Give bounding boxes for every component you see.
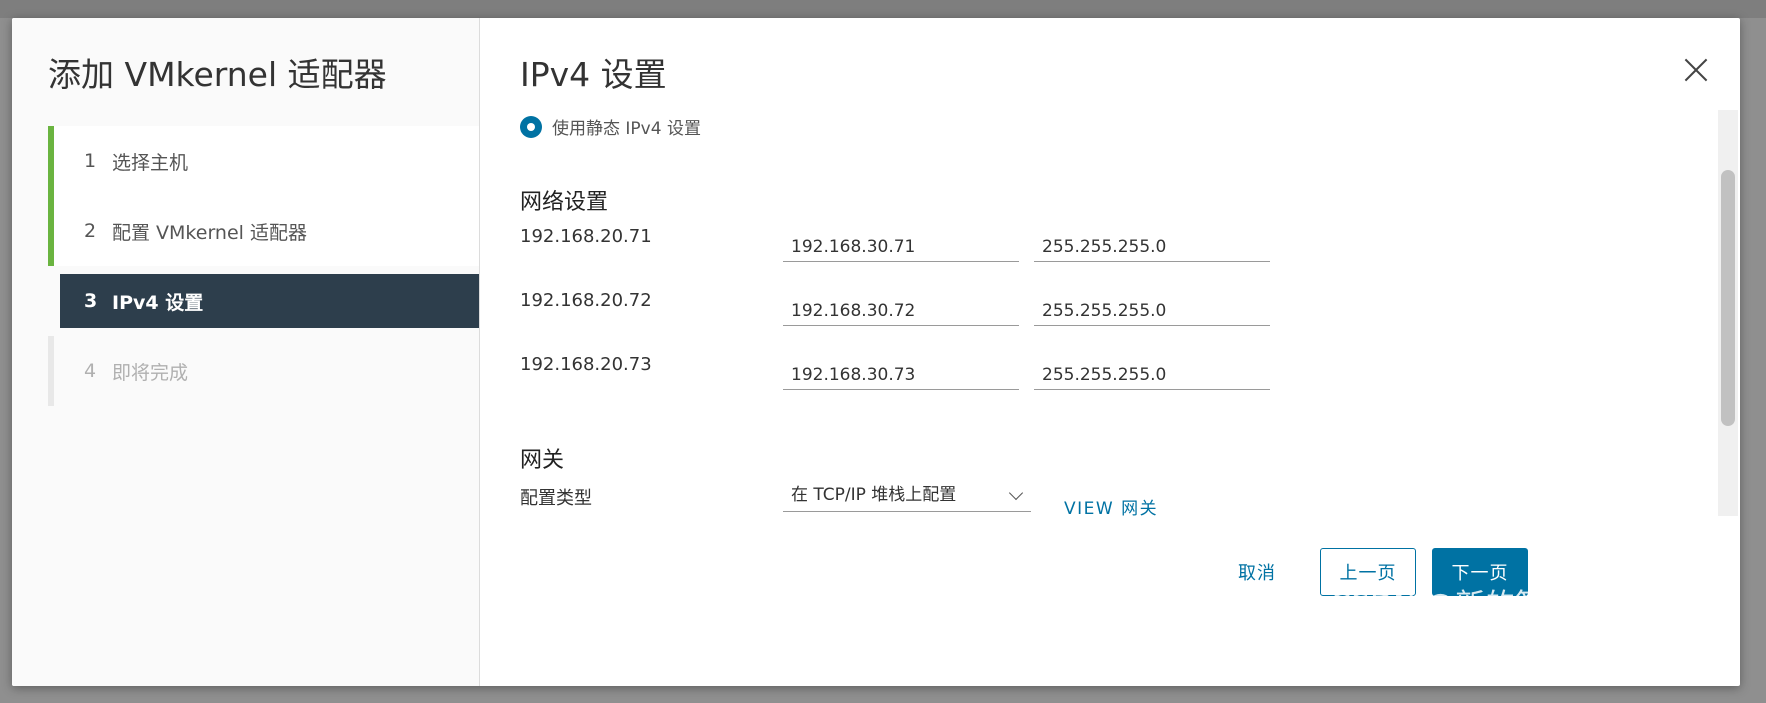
background-header bbox=[0, 0, 1766, 18]
chevron-down-icon bbox=[1008, 485, 1024, 501]
step-number: 1 bbox=[84, 150, 97, 172]
content-scroll-area: 使用静态 IPv4 设置 网络设置 192.168.20.71 192.168.… bbox=[480, 106, 1714, 518]
scrollbar-thumb[interactable] bbox=[1721, 170, 1735, 426]
step-label: 即将完成 bbox=[112, 361, 189, 384]
wizard-step-3[interactable]: 3 IPv4 设置 bbox=[60, 274, 479, 328]
subnet-mask-input[interactable]: 255.255.255.0 bbox=[1034, 230, 1270, 262]
host-label: 192.168.20.73 bbox=[520, 354, 652, 375]
static-ipv4-option[interactable]: 使用静态 IPv4 设置 bbox=[520, 114, 701, 139]
host-label: 192.168.20.72 bbox=[520, 290, 652, 311]
radio-selected-icon[interactable] bbox=[520, 115, 542, 138]
wizard-sidebar: 添加 VMkernel 适配器 1 选择主机 2 配置 VMkernel 适配器… bbox=[12, 18, 480, 686]
subnet-mask-input[interactable]: 255.255.255.0 bbox=[1034, 358, 1270, 390]
gateway-title: 网关 bbox=[520, 448, 565, 473]
step-number: 3 bbox=[84, 290, 98, 312]
static-ipv4-label: 使用静态 IPv4 设置 bbox=[552, 119, 701, 139]
view-gateway-link[interactable]: VIEW 网关 bbox=[1064, 494, 1158, 518]
config-type-select[interactable]: 在 TCP/IP 堆栈上配置 bbox=[783, 478, 1031, 512]
ip-address-input[interactable]: 192.168.30.73 bbox=[783, 358, 1019, 390]
step-label: 选择主机 bbox=[112, 151, 189, 174]
ip-address-input[interactable]: 192.168.30.72 bbox=[783, 294, 1019, 326]
config-type-label: 配置类型 bbox=[520, 488, 592, 509]
close-icon[interactable] bbox=[1682, 56, 1710, 84]
config-type-value: 在 TCP/IP 堆栈上配置 bbox=[791, 485, 957, 505]
wizard-step-4: 4 即将完成 bbox=[48, 336, 479, 406]
scrollbar[interactable] bbox=[1718, 110, 1738, 516]
step-label: IPv4 设置 bbox=[112, 291, 204, 314]
host-label: 192.168.20.71 bbox=[520, 226, 652, 247]
step-number: 4 bbox=[84, 360, 97, 382]
ip-address-input[interactable]: 192.168.30.71 bbox=[783, 230, 1019, 262]
step-label: 配置 VMkernel 适配器 bbox=[112, 221, 307, 244]
wizard-step-1[interactable]: 1 选择主机 bbox=[48, 126, 479, 196]
wizard-steps: 1 选择主机 2 配置 VMkernel 适配器 3 IPv4 设置 4 即将完… bbox=[48, 126, 479, 406]
wizard-title: 添加 VMkernel 适配器 bbox=[48, 55, 387, 94]
page-title: IPv4 设置 bbox=[520, 55, 667, 94]
wizard-step-2[interactable]: 2 配置 VMkernel 适配器 bbox=[48, 196, 479, 266]
watermark: CSDN @新的算法 bbox=[1330, 588, 1576, 623]
cancel-button[interactable]: 取消 bbox=[1202, 548, 1312, 596]
network-settings-title: 网络设置 bbox=[520, 190, 609, 215]
subnet-mask-input[interactable]: 255.255.255.0 bbox=[1034, 294, 1270, 326]
step-number: 2 bbox=[84, 220, 97, 242]
